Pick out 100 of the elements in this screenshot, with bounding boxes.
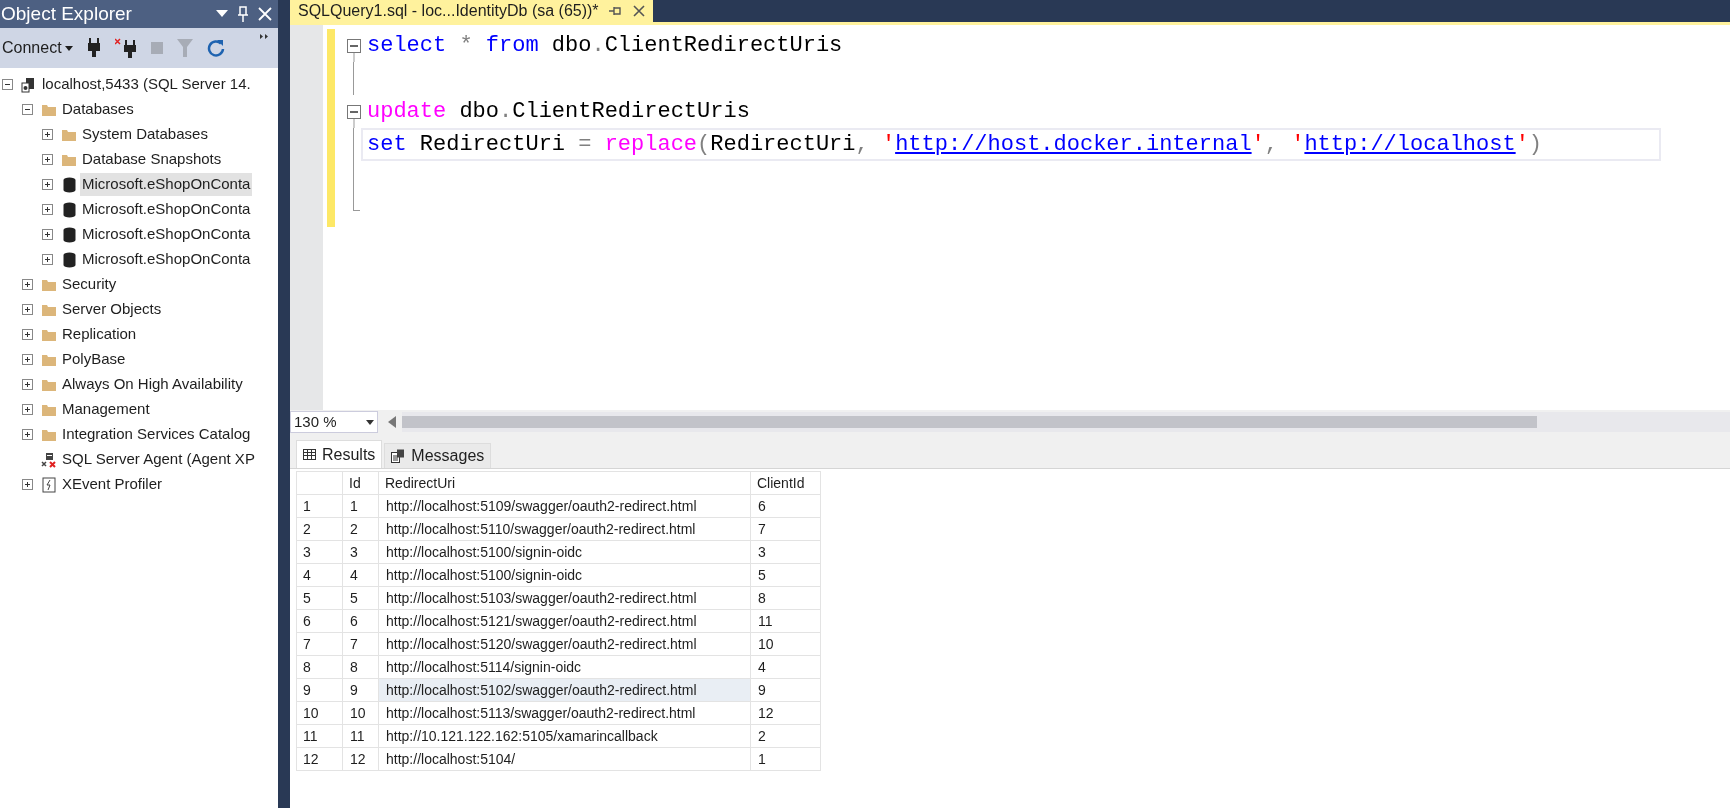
table-cell[interactable]: http://localhost:5120/swagger/oauth2-redirect.html (378, 632, 751, 656)
table-cell[interactable]: http://localhost:5121/swagger/oauth2-redirect.html (378, 609, 751, 633)
code-editor[interactable]: select * from dbo.ClientRedirectUris update dbo.ClientRedirectUris set RedirectUri = replace(RedirectUri, 'http://host.docker.internal', 'http://localhost') (290, 25, 1730, 410)
dropdown-icon[interactable] (216, 10, 228, 18)
agent-icon (41, 451, 57, 468)
panel-title: Object Explorer (0, 1, 132, 26)
table-cell[interactable]: http://localhost:5104/ (378, 747, 751, 771)
expand-icon[interactable] (42, 179, 53, 190)
table-cell[interactable]: 1 (342, 494, 379, 518)
pin-icon[interactable] (238, 6, 248, 22)
table-cell[interactable]: 1 (750, 747, 821, 771)
table-cell[interactable]: 9 (342, 678, 379, 702)
table-cell[interactable]: http://localhost:5102/swagger/oauth2-redirect.html (378, 678, 751, 702)
expand-icon[interactable] (42, 154, 53, 165)
zoom-dropdown[interactable]: 130 % (290, 411, 378, 433)
folder-icon (41, 102, 57, 117)
expand-icon[interactable] (42, 204, 53, 215)
expand-icon[interactable] (22, 354, 33, 365)
row-number[interactable]: 6 (296, 609, 343, 633)
collapse-icon[interactable] (2, 79, 13, 90)
disconnect-icon[interactable] (114, 38, 137, 58)
table-cell[interactable]: 2 (342, 517, 379, 541)
table-cell[interactable]: http://localhost:5114/signin-oidc (378, 655, 751, 679)
row-number[interactable]: 7 (296, 632, 343, 656)
expand-icon[interactable] (22, 329, 33, 340)
row-number[interactable]: 1 (296, 494, 343, 518)
table-cell[interactable]: 3 (750, 540, 821, 564)
pin-icon[interactable] (608, 5, 623, 17)
overflow-icon[interactable] (260, 34, 268, 39)
row-number[interactable]: 8 (296, 655, 343, 679)
table-cell[interactable]: http://10.121.122.162:5105/xamarincallback (378, 724, 751, 748)
table-cell[interactable]: http://localhost:5109/swagger/oauth2-redirect.html (378, 494, 751, 518)
table-cell[interactable]: 2 (750, 724, 821, 748)
expand-icon[interactable] (22, 404, 33, 415)
column-header[interactable]: ClientId (750, 471, 821, 495)
table-cell[interactable]: 10 (342, 701, 379, 725)
expand-icon[interactable] (22, 379, 33, 390)
refresh-icon[interactable] (206, 39, 225, 57)
table-cell[interactable]: 4 (342, 563, 379, 587)
code-line: select * from dbo.ClientRedirectUris (367, 32, 843, 60)
outline-line (353, 62, 354, 95)
folder-icon (41, 402, 57, 417)
table-cell[interactable]: http://localhost:5100/signin-oidc (378, 540, 751, 564)
table-cell[interactable]: 7 (342, 632, 379, 656)
table-cell[interactable]: http://localhost:5110/swagger/oauth2-redirect.html (378, 517, 751, 541)
expand-icon[interactable] (22, 479, 33, 490)
row-number[interactable]: 3 (296, 540, 343, 564)
code-line: set RedirectUri = replace(RedirectUri, 'http://host.docker.internal', 'http://localhost') (367, 131, 1543, 159)
row-number[interactable]: 2 (296, 517, 343, 541)
table-cell[interactable]: 4 (750, 655, 821, 679)
table-cell[interactable]: 5 (342, 586, 379, 610)
table-cell[interactable]: 11 (342, 724, 379, 748)
row-number[interactable]: 12 (296, 747, 343, 771)
table-cell[interactable]: 5 (750, 563, 821, 587)
scroll-left-icon[interactable] (388, 416, 396, 428)
connect-button[interactable]: Connect (2, 36, 73, 60)
results-tab[interactable]: Results (296, 440, 383, 468)
database-icon (62, 251, 76, 268)
table-cell[interactable]: 12 (750, 701, 821, 725)
table-cell[interactable]: 7 (750, 517, 821, 541)
code-link[interactable]: http://host.docker.internal (895, 132, 1252, 157)
folder-icon (41, 302, 57, 317)
folder-icon (41, 427, 57, 442)
expand-icon[interactable] (22, 429, 33, 440)
expand-icon[interactable] (22, 304, 33, 315)
table-cell[interactable]: 6 (342, 609, 379, 633)
folder-icon (41, 377, 57, 392)
table-cell[interactable]: 11 (750, 609, 821, 633)
folder-icon (61, 152, 77, 167)
row-number[interactable]: 4 (296, 563, 343, 587)
column-header[interactable]: Id (342, 471, 379, 495)
table-cell[interactable]: 3 (342, 540, 379, 564)
expand-icon[interactable] (42, 229, 53, 240)
table-cell[interactable]: 6 (750, 494, 821, 518)
row-number[interactable]: 5 (296, 586, 343, 610)
table-cell[interactable]: 8 (750, 586, 821, 610)
expand-icon[interactable] (42, 254, 53, 265)
tree-item[interactable]: Microsoft.eShopOnConta (80, 173, 253, 196)
database-icon (62, 226, 76, 243)
table-cell[interactable]: http://localhost:5103/swagger/oauth2-redirect.html (378, 586, 751, 610)
table-cell[interactable]: 10 (750, 632, 821, 656)
folder-icon (61, 127, 77, 142)
expand-icon[interactable] (22, 279, 33, 290)
collapse-icon[interactable] (22, 104, 33, 115)
table-cell[interactable]: 8 (342, 655, 379, 679)
row-number[interactable]: 10 (296, 701, 343, 725)
code-link[interactable]: http://localhost (1304, 132, 1516, 157)
row-number[interactable]: 11 (296, 724, 343, 748)
table-cell[interactable]: 12 (342, 747, 379, 771)
results-tab[interactable]: Messages (384, 443, 492, 468)
document-tab[interactable]: SQLQuery1.sql - loc...IdentityDb (sa (65))* (290, 0, 653, 22)
column-header[interactable]: RedirectUri (378, 471, 751, 495)
horizontal-scrollbar[interactable] (402, 412, 1730, 432)
row-number[interactable]: 9 (296, 678, 343, 702)
close-icon[interactable] (632, 5, 645, 17)
expand-icon[interactable] (42, 129, 53, 140)
table-cell[interactable]: 9 (750, 678, 821, 702)
table-cell[interactable]: http://localhost:5100/signin-oidc (378, 563, 751, 587)
table-cell[interactable]: http://localhost:5113/swagger/oauth2-redirect.html (378, 701, 751, 725)
plug-icon[interactable] (86, 38, 101, 58)
